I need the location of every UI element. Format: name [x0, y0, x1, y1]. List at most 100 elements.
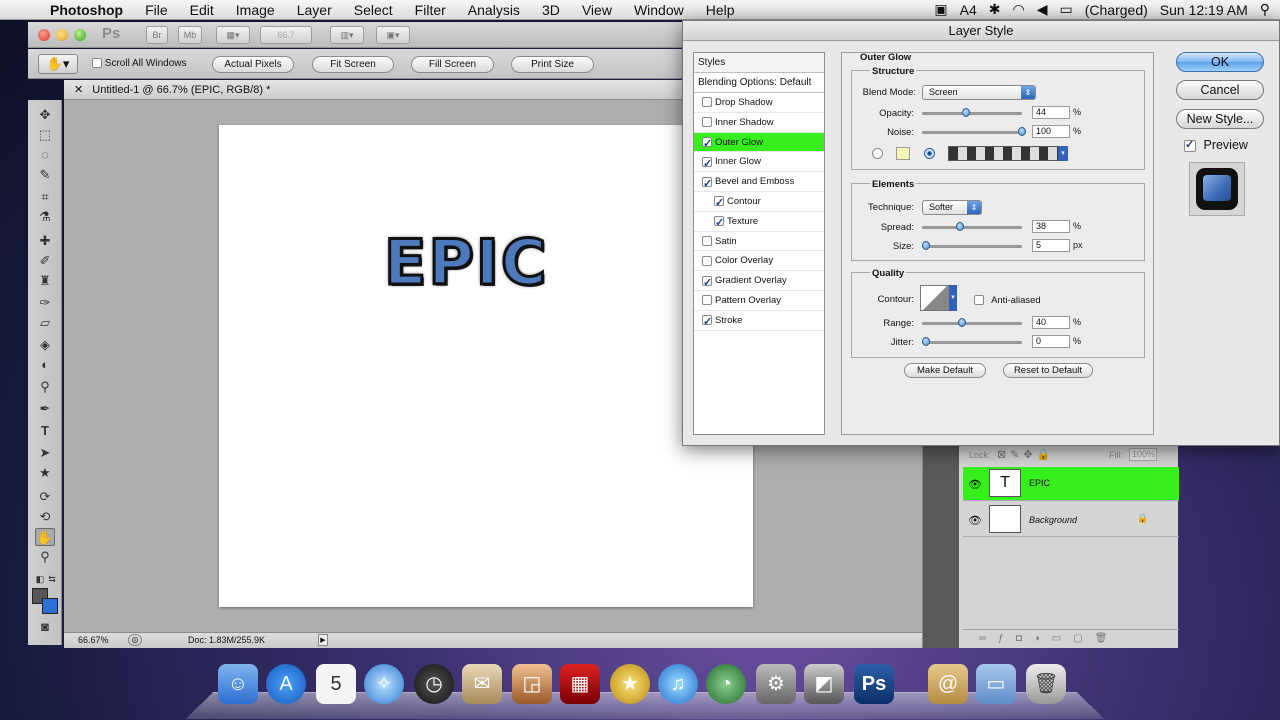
solid-color-radio[interactable]	[872, 148, 883, 159]
fit-screen-button[interactable]: Fit Screen	[312, 56, 394, 73]
blend-mode-select[interactable]: Screen ⇕	[922, 85, 1036, 100]
brush-tool-icon[interactable]: ✐	[35, 252, 55, 270]
noise-input[interactable]: 100	[1032, 125, 1070, 138]
glow-color-swatch[interactable]	[896, 147, 910, 160]
status-arrow-icon[interactable]: ▶	[318, 634, 328, 646]
crop-tool-icon[interactable]: ⌗	[35, 188, 55, 206]
ical-icon[interactable]: 5	[316, 664, 356, 704]
dashboard-icon[interactable]: ◷	[414, 664, 454, 704]
delete-layer-icon[interactable]: 🗑	[1095, 633, 1120, 644]
documents-folder-icon[interactable]: ▭	[976, 664, 1016, 704]
lasso-tool-icon[interactable]: ◌	[35, 146, 55, 164]
text-size-icon[interactable]: A4	[960, 2, 977, 18]
anti-aliased-checkbox[interactable]	[974, 295, 984, 306]
background-color-swatch[interactable]	[42, 598, 58, 614]
spread-input[interactable]: 38	[1032, 220, 1070, 233]
hand-tool-icon[interactable]: ✋	[35, 528, 55, 546]
status-options-icon[interactable]: ◎	[128, 634, 142, 646]
menu-window[interactable]: Window	[623, 2, 695, 18]
time-machine-icon[interactable]: ◔	[706, 664, 746, 704]
pen-tool-icon[interactable]: ✒	[35, 400, 55, 418]
marquee-tool-icon[interactable]: ⬚	[35, 126, 55, 144]
minimize-window-button[interactable]	[56, 29, 68, 41]
epic-text-layer[interactable]: EPIC	[382, 225, 548, 301]
make-default-button[interactable]: Make Default	[904, 363, 986, 378]
eye-icon[interactable]: 👁	[968, 514, 982, 527]
style-item-inner-shadow[interactable]: Inner Shadow	[694, 113, 824, 133]
iphoto-icon[interactable]: ✉	[462, 664, 502, 704]
menu-edit[interactable]: Edit	[179, 2, 225, 18]
style-checkbox[interactable]	[702, 135, 712, 155]
blur-tool-icon[interactable]: ◐	[35, 356, 55, 374]
layer-name[interactable]: EPIC	[1029, 478, 1050, 488]
3d-orbit-tool-icon[interactable]: ⟲	[35, 508, 55, 526]
style-item-pattern-overlay[interactable]: Pattern Overlay	[694, 291, 824, 311]
menu-file[interactable]: File	[134, 2, 179, 18]
style-checkbox[interactable]	[702, 175, 712, 194]
style-checkbox[interactable]	[702, 313, 712, 333]
menu-image[interactable]: Image	[225, 2, 286, 18]
style-item-stroke[interactable]: Stroke	[694, 311, 824, 333]
reset-to-default-button[interactable]: Reset to Default	[1003, 363, 1093, 378]
ok-button[interactable]: OK	[1176, 52, 1264, 72]
new-style-button[interactable]: New Style...	[1176, 109, 1264, 129]
size-slider-knob[interactable]	[922, 241, 930, 250]
layer-row-epic[interactable]: 👁 T EPIC	[963, 467, 1179, 501]
swap-colors-icon[interactable]: ⇆	[42, 570, 62, 588]
fill-screen-button[interactable]: Fill Screen	[411, 56, 494, 73]
preview-checkbox[interactable]	[1184, 138, 1196, 152]
noise-slider[interactable]	[922, 127, 1026, 136]
style-item-gradient-overlay[interactable]: Gradient Overlay	[694, 271, 824, 293]
eraser-tool-icon[interactable]: ▱	[35, 314, 55, 332]
document-tab[interactable]: ✕ Untitled-1 @ 66.7% (EPIC, RGB/8) *	[64, 80, 684, 100]
opacity-input[interactable]: 44	[1032, 106, 1070, 119]
zoom-window-button[interactable]	[74, 29, 86, 41]
style-item-contour[interactable]: Contour	[694, 192, 824, 214]
quick-selection-tool-icon[interactable]: ✎	[35, 166, 55, 184]
mini-bridge-button[interactable]: Mb	[178, 26, 202, 44]
link-layers-icon[interactable]: ∞	[979, 633, 998, 644]
new-group-icon[interactable]: ▭	[1052, 633, 1073, 644]
document-canvas[interactable]	[219, 125, 753, 607]
dodge-tool-icon[interactable]: ⚲	[35, 378, 55, 396]
view-extras-button[interactable]: ▦▾	[216, 26, 250, 44]
menu-app[interactable]: Photoshop	[36, 2, 134, 18]
cancel-button[interactable]: Cancel	[1176, 80, 1264, 100]
clock[interactable]: Sun 12:19 AM	[1160, 2, 1248, 18]
layer-name[interactable]: Background	[1029, 515, 1077, 525]
technique-select[interactable]: Softer ⇕	[922, 200, 982, 215]
system-preferences-icon[interactable]: ⚙	[756, 664, 796, 704]
style-item-outer-glow[interactable]: Outer Glow	[694, 132, 824, 155]
range-slider-knob[interactable]	[958, 318, 966, 327]
size-input[interactable]: 5	[1032, 239, 1070, 252]
menu-3d[interactable]: 3D	[531, 2, 571, 18]
close-window-button[interactable]	[38, 29, 50, 41]
spread-slider-knob[interactable]	[956, 222, 964, 231]
3d-rotate-tool-icon[interactable]: ⟳	[35, 488, 55, 506]
spread-slider[interactable]	[922, 222, 1022, 231]
new-layer-icon[interactable]: ▢	[1073, 633, 1094, 644]
itunes-icon[interactable]: ♫	[658, 664, 698, 704]
style-checkbox[interactable]	[702, 255, 712, 266]
range-slider[interactable]	[922, 318, 1022, 327]
adjustment-layer-icon[interactable]: ◑	[1034, 633, 1052, 644]
photo-booth-icon[interactable]: ▦	[560, 664, 600, 704]
history-brush-tool-icon[interactable]: ✑	[35, 294, 55, 312]
size-slider[interactable]	[922, 241, 1022, 250]
arrange-documents-button[interactable]: ▥▾	[330, 26, 364, 44]
opacity-slider-knob[interactable]	[962, 108, 970, 117]
bridge-button[interactable]: Br	[146, 26, 168, 44]
range-input[interactable]: 40	[1032, 316, 1070, 329]
eyedropper-tool-icon[interactable]: ⚗	[35, 208, 55, 226]
photoshop-dock-icon[interactable]: Ps	[854, 664, 894, 704]
style-checkbox[interactable]	[702, 155, 712, 175]
jitter-slider-knob[interactable]	[922, 337, 930, 346]
style-item-inner-glow[interactable]: Inner Glow	[694, 152, 824, 175]
paint-bucket-tool-icon[interactable]: ◈	[35, 336, 55, 354]
style-checkbox[interactable]	[702, 117, 712, 128]
bluetooth-icon[interactable]: ✱	[989, 1, 1001, 18]
style-item-bevel-and-emboss[interactable]: Bevel and Emboss	[694, 172, 824, 194]
menu-view[interactable]: View	[571, 2, 623, 18]
noise-slider-knob[interactable]	[1018, 127, 1026, 136]
blending-options[interactable]: Blending Options: Default	[694, 73, 824, 93]
